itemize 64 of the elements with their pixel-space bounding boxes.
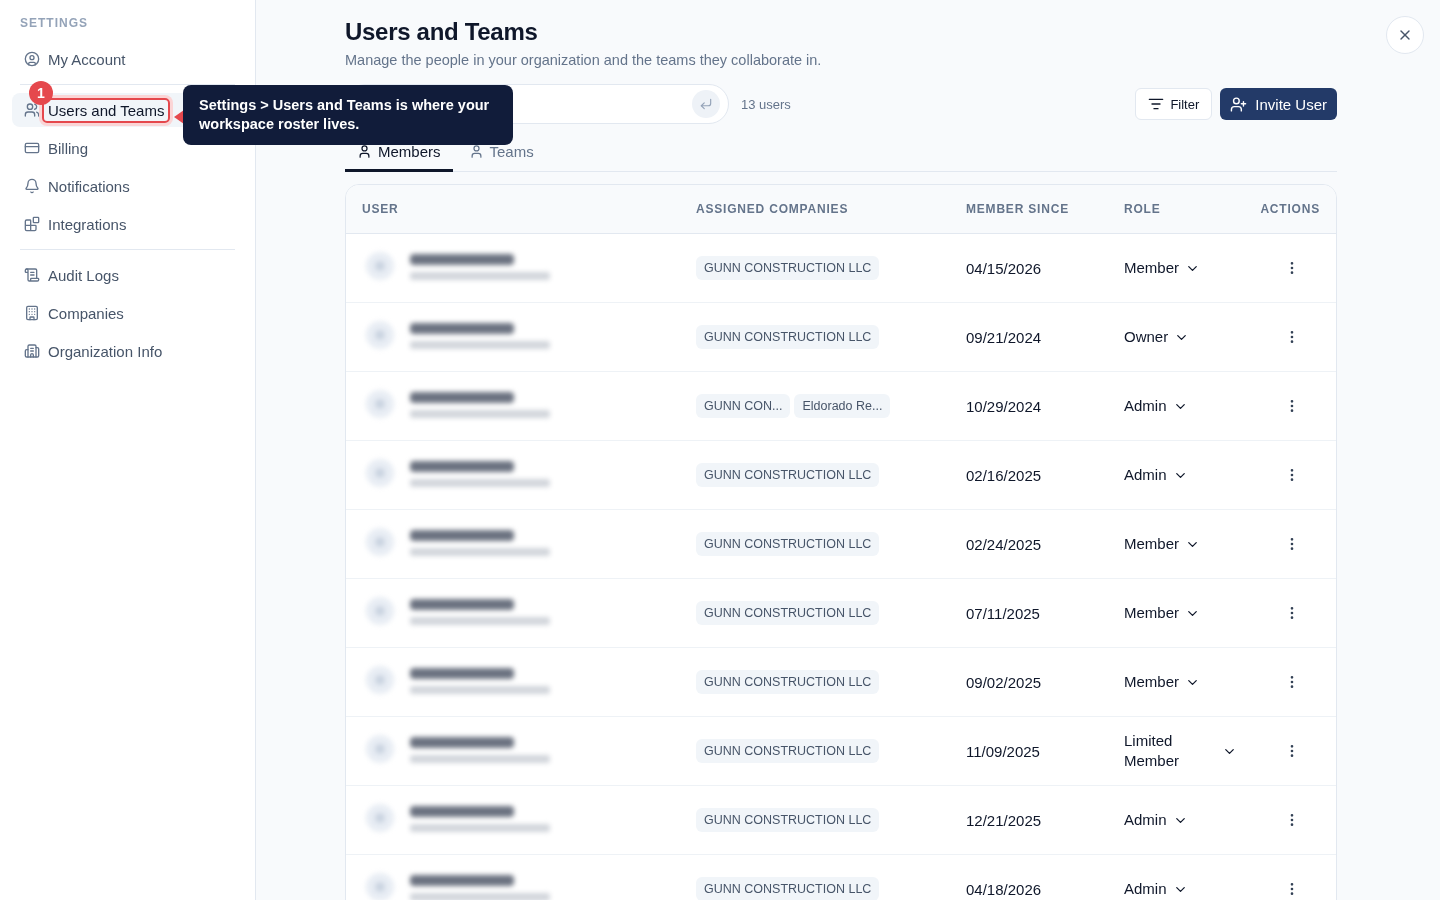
- role-dropdown[interactable]: Owner: [1124, 327, 1244, 347]
- building-icon: [24, 343, 40, 359]
- member-since: 02/16/2025: [966, 466, 1043, 484]
- page-title: Users and Teams: [345, 18, 539, 46]
- enter-icon: [692, 90, 720, 118]
- column-header: USER: [362, 202, 400, 216]
- role-dropdown[interactable]: Admin: [1124, 396, 1244, 416]
- filter-icon: [1148, 96, 1165, 112]
- column-header: ASSIGNED COMPANIES: [696, 202, 850, 216]
- scroll-icon: [24, 267, 40, 283]
- step-badge: 1: [29, 81, 53, 105]
- member-since: 09/02/2025: [966, 673, 1043, 691]
- role-dropdown[interactable]: Admin: [1124, 810, 1244, 830]
- company-tag: GUNN CONSTRUCTION LLC: [696, 532, 880, 556]
- member-since: 02/24/2025: [966, 535, 1043, 553]
- company-tag: Eldorado Re...: [794, 394, 891, 418]
- user-count: 13 users: [741, 96, 792, 112]
- role-dropdown[interactable]: Admin: [1124, 879, 1244, 899]
- sidebar-item[interactable]: My Account: [12, 42, 243, 76]
- column-header: ROLE: [1124, 202, 1162, 216]
- sidebar-item[interactable]: Integrations: [12, 207, 243, 241]
- member-since: 04/15/2026: [966, 259, 1043, 277]
- user-icon: [357, 144, 372, 159]
- tooltip: Settings > Users and Teams is where your workspace roster lives.: [183, 85, 513, 145]
- credit-card-icon: [24, 140, 40, 156]
- role-dropdown[interactable]: Admin: [1124, 465, 1244, 485]
- tab[interactable]: Members: [345, 134, 453, 172]
- invite-user-button[interactable]: Invite User: [1220, 88, 1337, 120]
- sidebar-item[interactable]: Organization Info: [12, 334, 243, 368]
- company-tag: GUNN CON...: [696, 394, 791, 418]
- sidebar-item[interactable]: Audit Logs: [12, 258, 243, 292]
- column-header: ACTIONS: [1260, 202, 1321, 216]
- company-tag: GUNN CONSTRUCTION LLC: [696, 670, 880, 694]
- bell-icon: [24, 178, 40, 194]
- member-since: 12/21/2025: [966, 811, 1043, 829]
- company-tag: GUNN CONSTRUCTION LLC: [696, 463, 880, 487]
- role-dropdown[interactable]: Member: [1124, 534, 1244, 554]
- member-since: 10/29/2024: [966, 397, 1043, 415]
- member-since: 07/11/2025: [966, 604, 1041, 622]
- member-since: 11/09/2025: [966, 742, 1041, 760]
- filter-button[interactable]: Filter: [1135, 88, 1213, 120]
- role-dropdown[interactable]: Member: [1124, 672, 1244, 692]
- building-icon: [24, 305, 40, 321]
- column-header: MEMBER SINCE: [966, 202, 1070, 216]
- user-plus-icon: [1230, 95, 1248, 113]
- company-tag: GUNN CONSTRUCTION LLC: [696, 325, 880, 349]
- users-icon: [24, 102, 40, 118]
- member-since: 04/18/2026: [966, 880, 1043, 898]
- company-tag: GUNN CONSTRUCTION LLC: [696, 601, 880, 625]
- user-circle-icon: [24, 51, 40, 67]
- role-dropdown[interactable]: Member: [1124, 603, 1244, 623]
- role-dropdown[interactable]: Member: [1124, 258, 1244, 278]
- role-dropdown[interactable]: Limited Member: [1124, 731, 1244, 771]
- company-tag: GUNN CONSTRUCTION LLC: [696, 256, 880, 280]
- company-tag: GUNN CONSTRUCTION LLC: [696, 877, 880, 900]
- user-icon: [468, 144, 484, 159]
- sidebar-item[interactable]: Notifications: [12, 169, 243, 203]
- member-since: 09/21/2024: [966, 328, 1043, 346]
- sidebar-heading: SETTINGS: [20, 16, 89, 30]
- company-tag: GUNN CONSTRUCTION LLC: [696, 739, 880, 763]
- company-tag: GUNN CONSTRUCTION LLC: [696, 808, 880, 832]
- sidebar-item[interactable]: Companies: [12, 296, 243, 330]
- blocks-icon: [24, 216, 40, 232]
- page-subtitle: Manage the people in your organization and the teams they collaborate in.: [345, 52, 823, 68]
